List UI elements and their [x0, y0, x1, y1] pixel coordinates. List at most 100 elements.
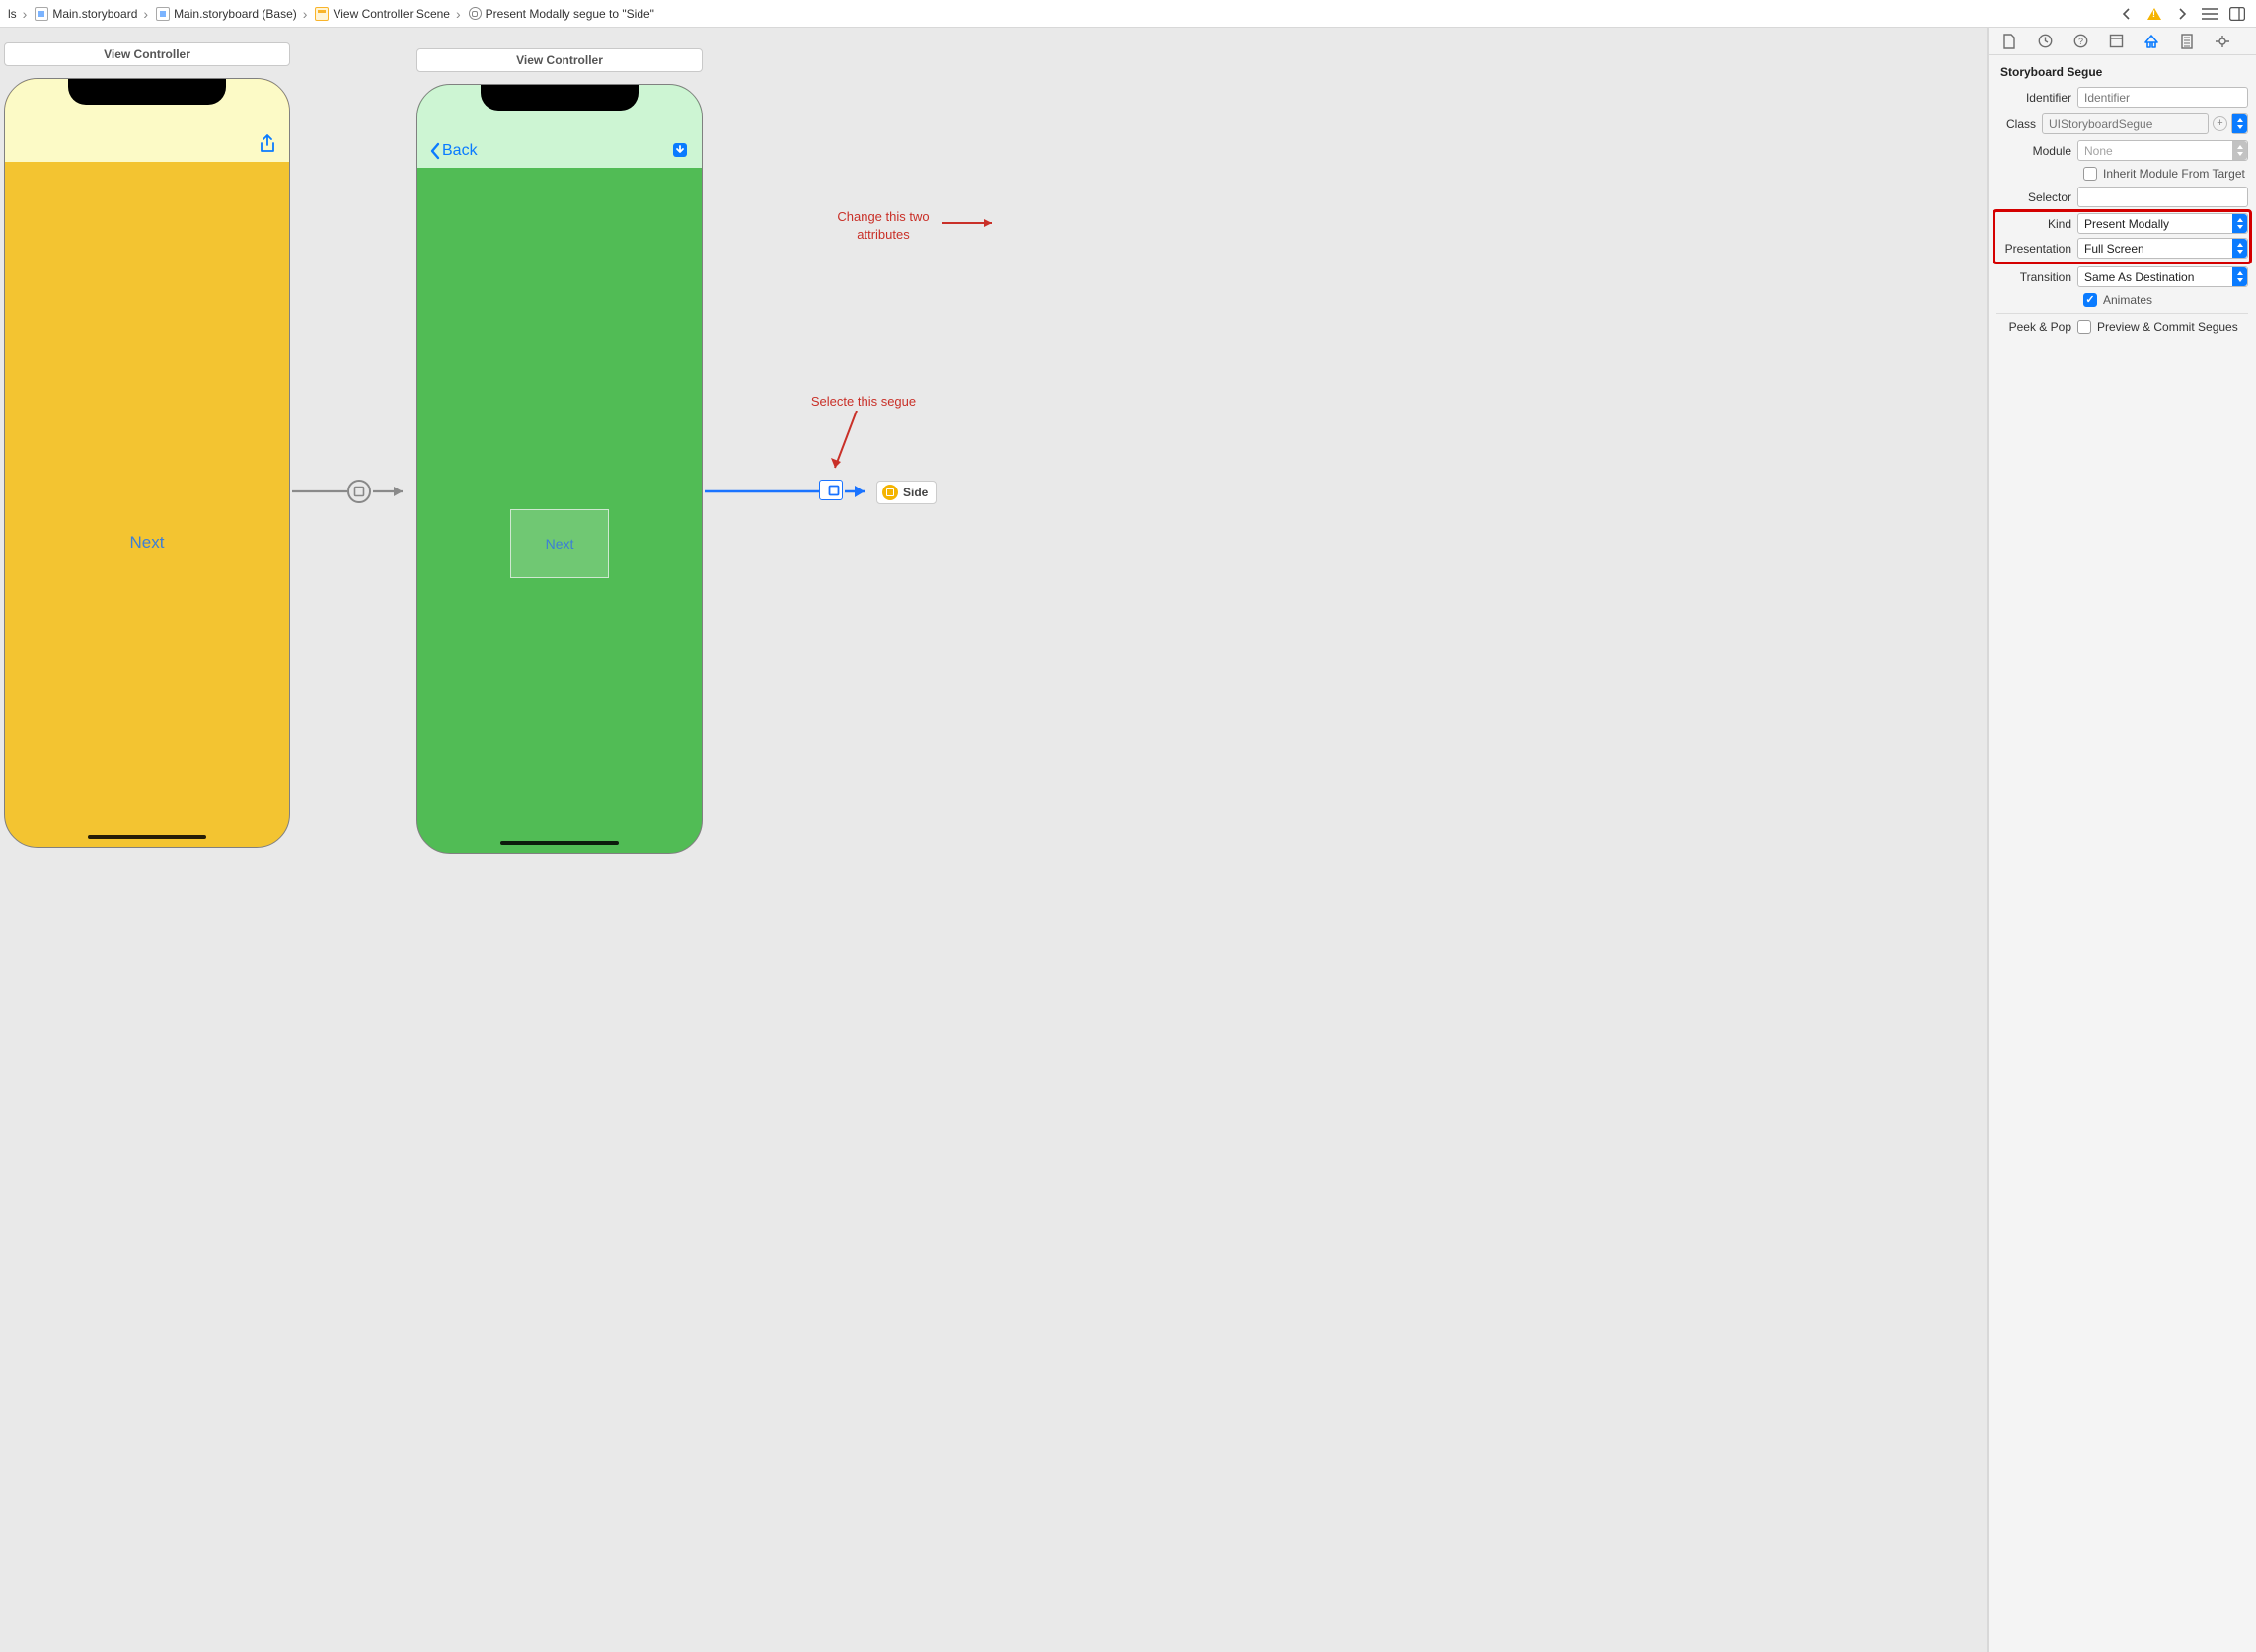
home-indicator: [500, 841, 619, 845]
highlighted-attributes-box: Kind Present Modally Presentation Full S…: [1994, 211, 2250, 263]
outline-toggle-button[interactable]: [2201, 5, 2218, 23]
transition-select[interactable]: Same As Destination: [2077, 266, 2248, 287]
device-notch: [68, 79, 226, 105]
peek-pop-checkbox[interactable]: [2077, 320, 2091, 334]
download-bar-button[interactable]: [670, 140, 690, 163]
row-selector: Selector: [1996, 187, 2248, 207]
peek-pop-label: Peek & Pop: [1996, 320, 2077, 334]
class-field[interactable]: [2042, 113, 2209, 134]
row-presentation: Presentation Full Screen: [1996, 238, 2248, 259]
toolbar-right: [2118, 5, 2250, 23]
container-view[interactable]: Next: [510, 509, 609, 578]
kind-select[interactable]: Present Modally: [2077, 213, 2248, 234]
presentation-label: Presentation: [1996, 242, 2077, 256]
crumb-label: Main.storyboard: [52, 7, 137, 21]
crumb-label: Present Modally segue to "Side": [486, 7, 654, 21]
inspector-panel: ? Storyboard Segue Identifier Class +: [1988, 28, 2256, 1652]
annotation-change-attributes: Change this two attributes: [819, 208, 947, 243]
row-identifier: Identifier: [1996, 87, 2248, 108]
scene-icon: [315, 7, 329, 21]
class-add-button[interactable]: +: [2213, 116, 2227, 131]
identity-inspector-tab[interactable]: [2107, 33, 2125, 50]
main-area: View Controller Next: [0, 28, 2256, 1652]
class-label: Class: [1996, 117, 2042, 131]
storyboard-file-icon: [35, 7, 48, 21]
presentation-value: Full Screen: [2084, 242, 2144, 256]
selector-field[interactable]: [2077, 187, 2248, 207]
chevron-left-icon: [429, 142, 440, 160]
class-dropdown[interactable]: [2231, 113, 2248, 134]
row-module: Module None: [1996, 140, 2248, 161]
adjust-editor-options-button[interactable]: [2228, 5, 2246, 23]
scene-title-bar[interactable]: View Controller: [4, 42, 290, 66]
scene-view-controller-1[interactable]: View Controller Next: [4, 42, 290, 848]
inspector-tab-bar: ?: [1989, 28, 2256, 55]
share-icon: [258, 134, 277, 154]
storyboard-reference-icon: [882, 485, 898, 500]
crumb-label: Main.storyboard (Base): [174, 7, 297, 21]
module-select[interactable]: None: [2077, 140, 2248, 161]
presentation-select[interactable]: Full Screen: [2077, 238, 2248, 259]
inspector-divider: [1996, 313, 2248, 314]
transition-label: Transition: [1996, 270, 2077, 284]
crumb-segue[interactable]: Present Modally segue to "Side": [452, 6, 656, 22]
segue-present-icon: [353, 486, 365, 497]
animates-checkbox[interactable]: [2083, 293, 2097, 307]
segue-present-icon: [828, 485, 840, 496]
section-title: Storyboard Segue: [1996, 63, 2248, 87]
device-frame: Back Next: [416, 84, 703, 854]
segue-node-1[interactable]: [347, 480, 371, 503]
row-animates: Animates: [1996, 293, 2248, 307]
next-button[interactable]: Next: [5, 533, 289, 553]
connections-inspector-tab[interactable]: [2214, 33, 2231, 50]
back-label: Back: [442, 142, 478, 160]
crumb-localization[interactable]: Main.storyboard (Base): [139, 6, 298, 22]
device-notch: [481, 85, 639, 111]
back-bar-button[interactable]: Back: [429, 142, 478, 160]
annotation-arrow-segue: [827, 411, 866, 484]
module-label: Module: [1996, 144, 2077, 158]
scene-title-bar[interactable]: View Controller: [416, 48, 703, 72]
kind-label: Kind: [1996, 217, 2077, 231]
home-indicator: [88, 835, 206, 839]
transition-value: Same As Destination: [2084, 270, 2194, 284]
identifier-field[interactable]: [2077, 87, 2248, 108]
container-next-button[interactable]: Next: [546, 536, 574, 552]
crumb-label: ls: [8, 7, 17, 21]
nav-back-button[interactable]: [2118, 5, 2136, 23]
segue-icon: [469, 7, 482, 20]
device-frame: Next: [4, 78, 290, 848]
animates-label: Animates: [2103, 293, 2152, 307]
annotation-select-segue: Selecte this segue: [794, 393, 933, 411]
help-inspector-tab[interactable]: ?: [2071, 33, 2089, 50]
selector-label: Selector: [1996, 190, 2077, 204]
row-transition: Transition Same As Destination: [1996, 266, 2248, 287]
scene-view-controller-2[interactable]: View Controller Back Next: [416, 48, 703, 854]
storyboard-reference-side[interactable]: Side: [876, 481, 937, 504]
row-peek-pop: Peek & Pop Preview & Commit Segues: [1996, 320, 2248, 334]
history-inspector-tab[interactable]: [2036, 33, 2054, 50]
warning-icon: [2147, 8, 2161, 20]
breadcrumb[interactable]: ls Main.storyboard Main.storyboard (Base…: [6, 6, 2118, 22]
share-bar-button[interactable]: [258, 134, 277, 157]
size-inspector-tab[interactable]: [2178, 33, 2196, 50]
crumb-project[interactable]: ls: [6, 7, 19, 21]
peek-pop-option-label: Preview & Commit Segues: [2097, 320, 2238, 334]
inherit-module-label: Inherit Module From Target: [2103, 167, 2245, 181]
crumb-file[interactable]: Main.storyboard: [19, 6, 140, 22]
issues-indicator[interactable]: [2145, 5, 2163, 23]
inherit-module-checkbox[interactable]: [2083, 167, 2097, 181]
attributes-inspector-tab[interactable]: [2143, 33, 2160, 50]
row-kind: Kind Present Modally: [1996, 213, 2248, 234]
storyboard-file-icon: [156, 7, 170, 21]
row-inherit-module: Inherit Module From Target: [1996, 167, 2248, 181]
row-class: Class +: [1996, 113, 2248, 134]
storyboard-canvas[interactable]: View Controller Next: [0, 28, 1988, 1652]
segue-arrow-2-selected[interactable]: [705, 484, 874, 499]
annotation-arrow-attrs: [942, 218, 1002, 228]
scene-title-label: View Controller: [516, 53, 603, 67]
nav-forward-button[interactable]: [2173, 5, 2191, 23]
kind-value: Present Modally: [2084, 217, 2169, 231]
file-inspector-tab[interactable]: [2000, 33, 2018, 50]
crumb-scene[interactable]: View Controller Scene: [299, 6, 452, 22]
